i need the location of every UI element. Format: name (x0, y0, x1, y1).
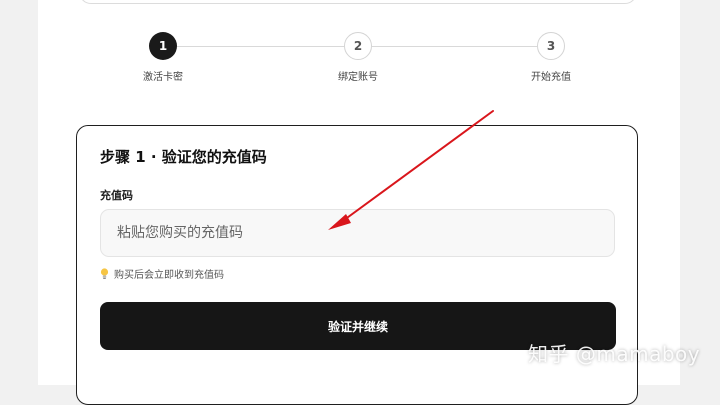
purchase-hint: 购买后会立即收到充值码 (100, 266, 224, 281)
stepper-connector-1 (177, 46, 344, 47)
step-2-number: 2 (353, 39, 363, 53)
step-1-circle: 1 (149, 32, 177, 60)
step-3-label: 开始充值 (531, 72, 571, 83)
recharge-code-input[interactable] (100, 209, 615, 257)
previous-card-edge (79, 0, 637, 4)
hint-text: 购买后会立即收到充值码 (114, 270, 224, 281)
card-title: 步骤 1 · 验证您的充值码 (100, 148, 267, 166)
code-field-label: 充值码 (100, 189, 133, 202)
step-1-label: 激活卡密 (143, 72, 183, 83)
step-2-label: 绑定账号 (338, 72, 378, 83)
step-2-circle: 2 (344, 32, 372, 60)
stepper-connector-2 (372, 46, 537, 47)
watermark: 知乎 @mamaboy (528, 342, 701, 366)
step-3-number: 3 (546, 39, 556, 53)
lightbulb-icon (100, 267, 109, 279)
step-1-number: 1 (158, 39, 168, 53)
step-3-circle: 3 (537, 32, 565, 60)
